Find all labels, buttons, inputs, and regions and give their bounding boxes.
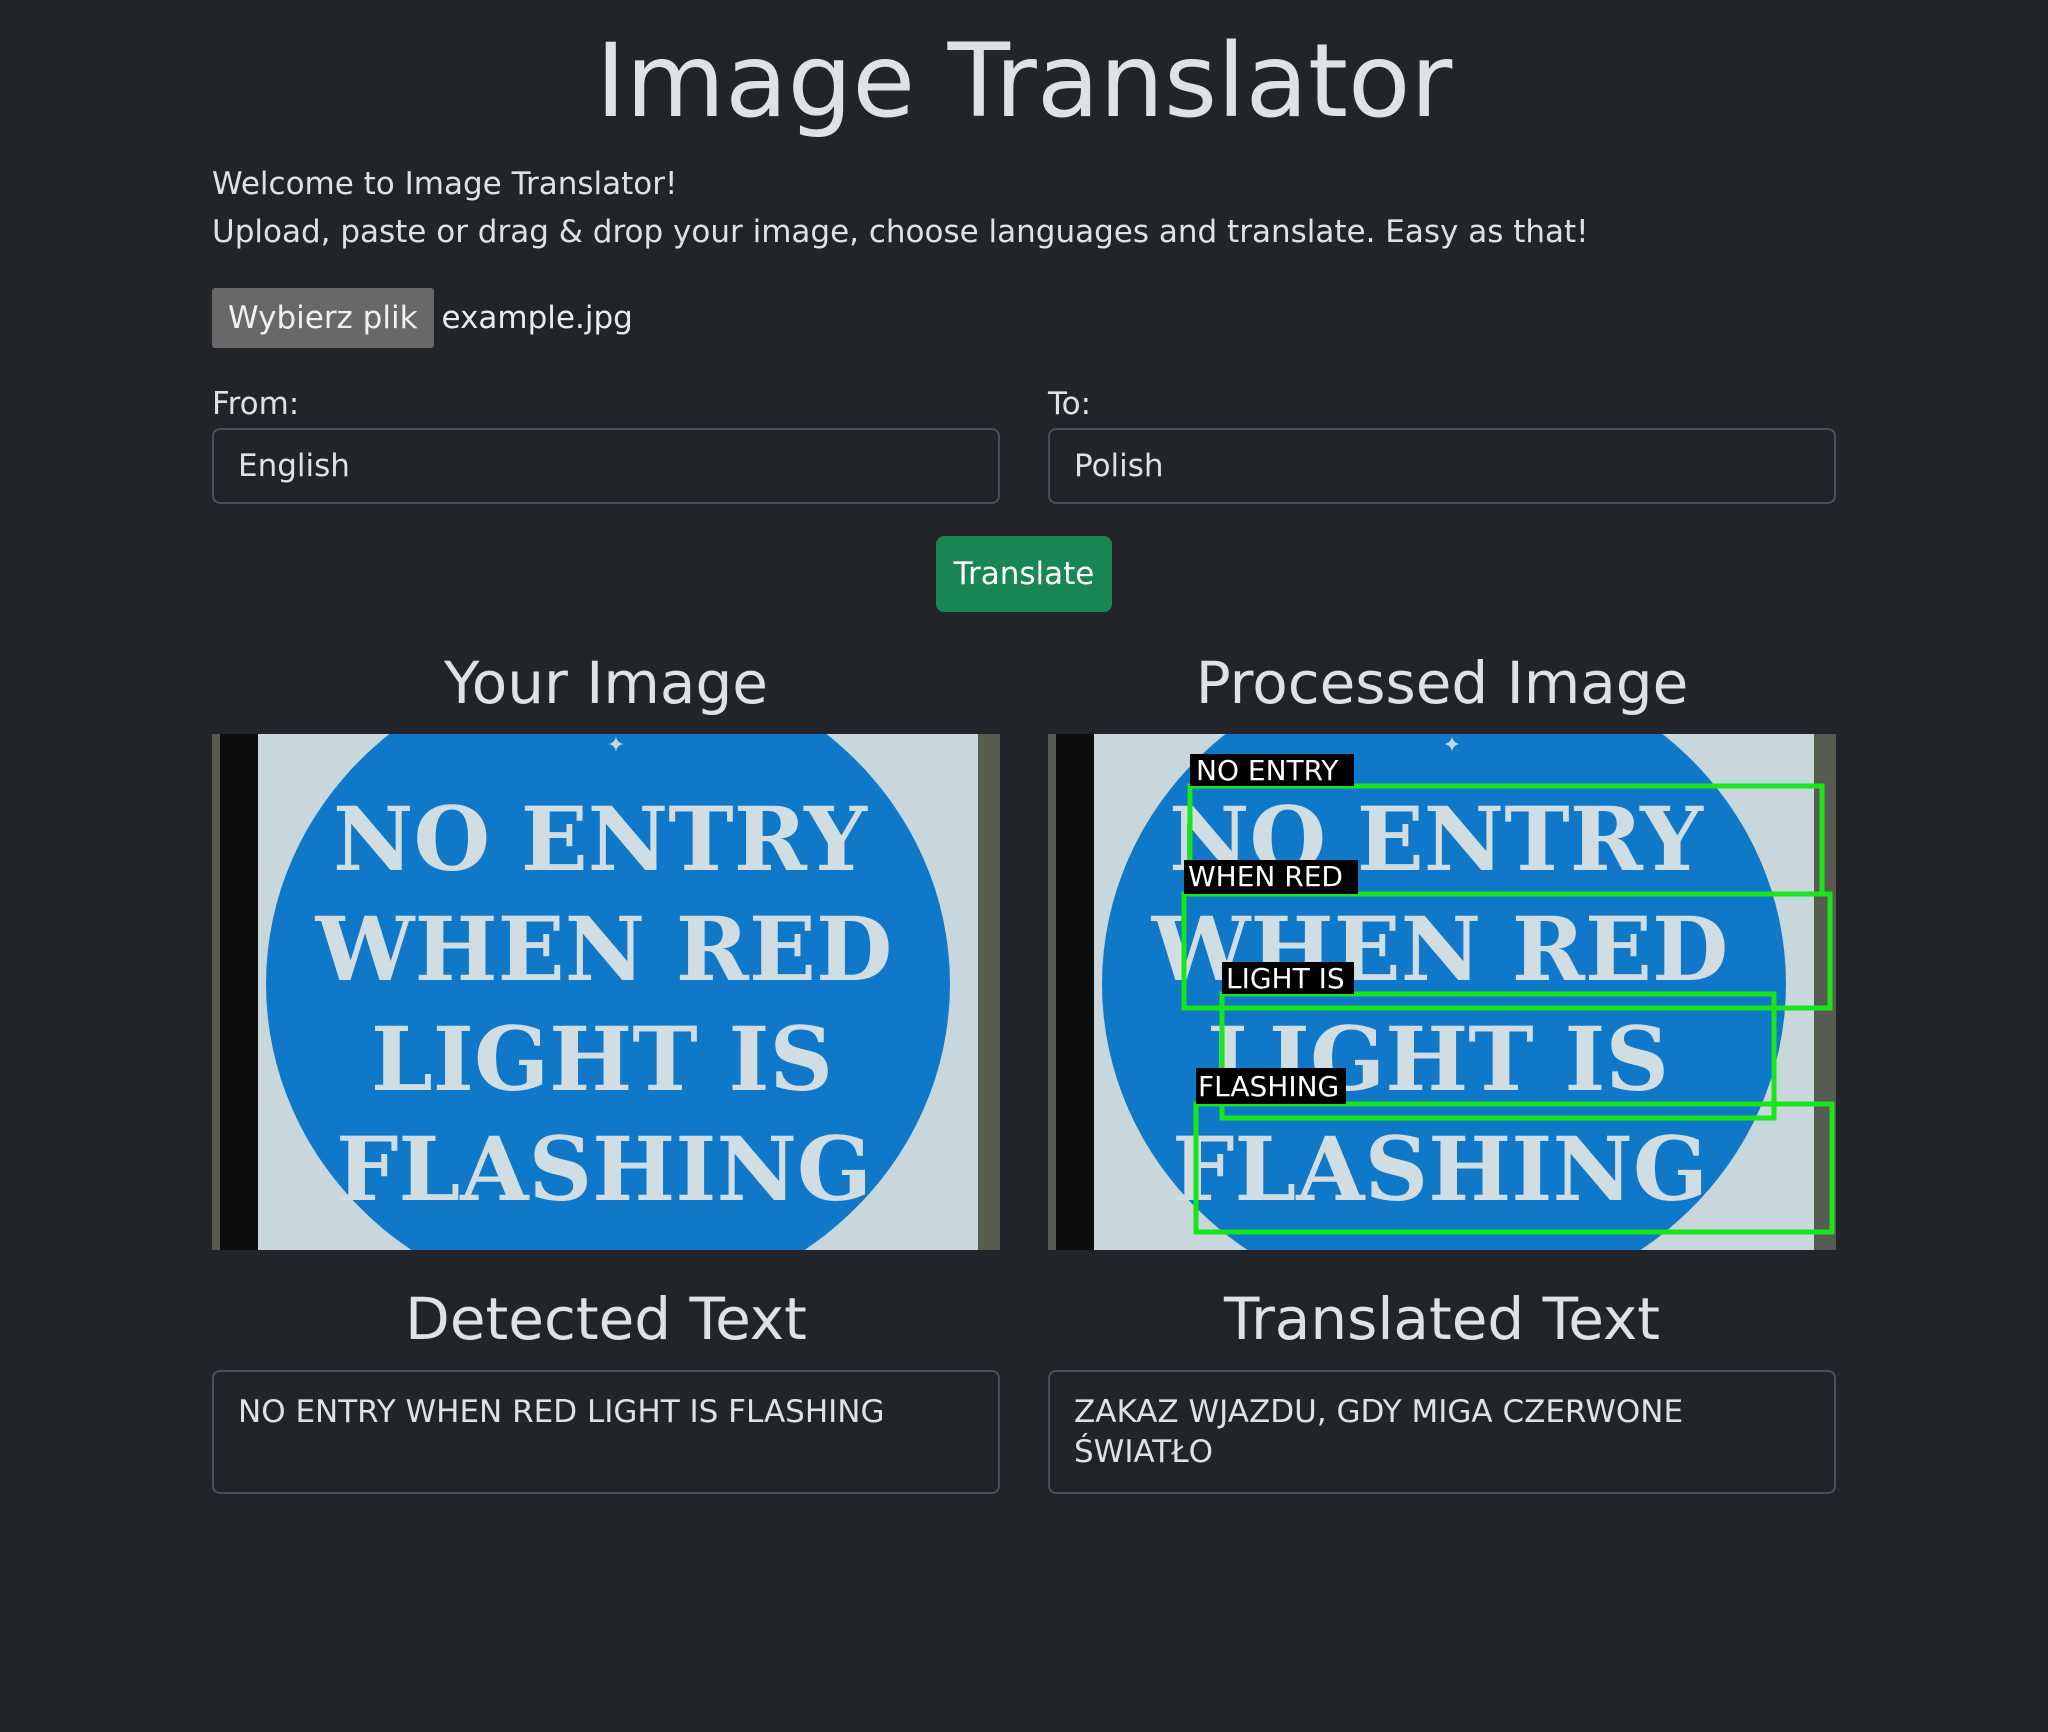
translated-text-title: Translated Text	[1224, 1285, 1660, 1353]
your-image-title: Your Image	[444, 649, 768, 717]
selected-file-name: example.jpg	[441, 300, 633, 336]
your-image: ✦ NO ENTRY WHEN RED LIGHT IS FLASHING	[212, 734, 1000, 1250]
intro-instructions: Upload, paste or drag & drop your image,…	[212, 214, 1589, 250]
sign-photo: ✦ NO ENTRY WHEN RED LIGHT IS FLASHING	[212, 734, 1000, 1250]
sign-line: FLASHING	[1172, 1117, 1708, 1221]
page-title: Image Translator	[595, 22, 1453, 141]
intro-welcome: Welcome to Image Translator!	[212, 166, 678, 202]
page: Image Translator Welcome to Image Transl…	[0, 0, 2048, 1732]
processed-image: ✦ NO ENTRY WHEN RED LIGHT IS FLASHING NO…	[1048, 734, 1836, 1250]
detected-text-title: Detected Text	[405, 1285, 807, 1353]
svg-text:✦: ✦	[1443, 734, 1461, 758]
detection-label: WHEN RED	[1188, 860, 1343, 893]
sign-line: FLASHING	[336, 1117, 872, 1221]
svg-text:✦: ✦	[607, 734, 625, 758]
sign-line: WHEN RED	[315, 897, 893, 1001]
from-language-select[interactable]: English	[212, 428, 1000, 504]
detection-label: LIGHT IS	[1226, 962, 1345, 995]
processed-image-title: Processed Image	[1195, 649, 1689, 717]
sign-line: NO ENTRY	[333, 787, 868, 891]
sign-line: LIGHT IS	[371, 1007, 833, 1111]
detection-label: FLASHING	[1198, 1070, 1339, 1103]
from-label: From:	[212, 386, 300, 422]
choose-file-button[interactable]: Wybierz plik	[212, 288, 434, 348]
detected-text-area[interactable]: NO ENTRY WHEN RED LIGHT IS FLASHING	[212, 1370, 1000, 1494]
translated-text-area[interactable]: ZAKAZ WJAZDU, GDY MIGA CZERWONE ŚWIATŁO	[1048, 1370, 1836, 1494]
processed-sign-photo: ✦ NO ENTRY WHEN RED LIGHT IS FLASHING NO…	[1048, 734, 1836, 1250]
file-input[interactable]: Wybierz plik example.jpg	[212, 288, 633, 348]
to-label: To:	[1048, 386, 1092, 422]
to-language-select[interactable]: Polish	[1048, 428, 1836, 504]
translate-button[interactable]: Translate	[936, 536, 1112, 612]
intro-text: Welcome to Image Translator! Upload, pas…	[212, 160, 1836, 256]
detection-label: NO ENTRY	[1196, 754, 1339, 787]
